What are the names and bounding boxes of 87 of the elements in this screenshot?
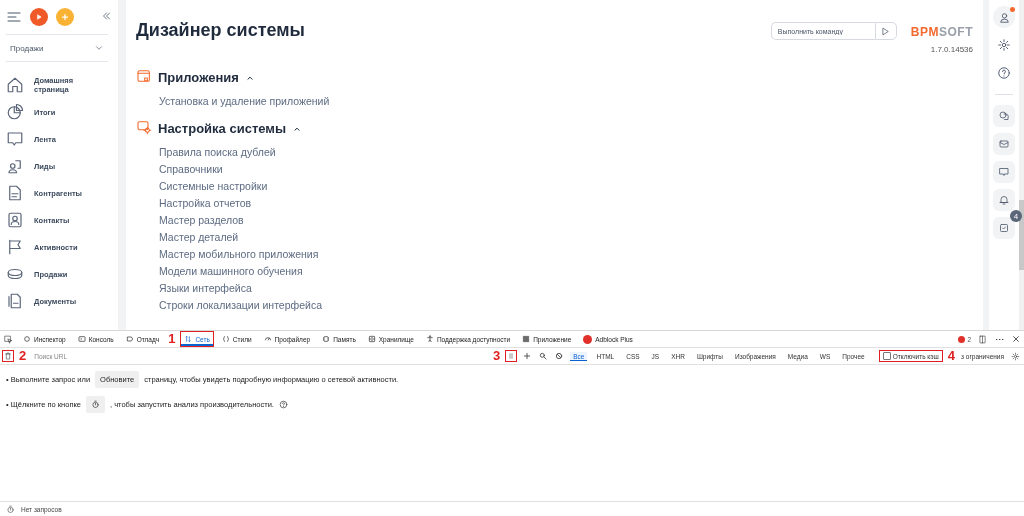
gear-icon	[1011, 351, 1020, 361]
stopwatch-icon	[6, 505, 15, 514]
settings-link[interactable]: Системные настройки	[159, 180, 973, 192]
storage-icon	[367, 335, 376, 343]
logo: BPMSOFT	[910, 25, 973, 39]
settings-link[interactable]: Настройка отчетов	[159, 197, 973, 209]
section-dropdown[interactable]: Продажи	[6, 34, 108, 62]
document-icon	[6, 184, 24, 202]
play-outline-icon	[880, 25, 892, 37]
arrows-icon	[184, 335, 193, 343]
section-header[interactable]: Настройка системы	[136, 119, 303, 138]
profile-button[interactable]	[993, 6, 1015, 28]
scrollbar-thumb[interactable]	[1019, 200, 1024, 270]
settings-link[interactable]: Мастер разделов	[159, 214, 973, 226]
triangle-icon	[34, 12, 44, 22]
contact-card-icon	[6, 211, 24, 229]
person-icon	[425, 335, 434, 343]
close-button[interactable]	[1011, 334, 1021, 344]
play-icon[interactable]	[30, 8, 48, 26]
plus-icon	[523, 352, 532, 360]
settings-link[interactable]: Строки локализации интерфейса	[159, 299, 973, 311]
circle-icon	[23, 335, 31, 343]
version-text: 1.7.0.14536	[930, 45, 973, 54]
people-icon	[6, 157, 24, 175]
flag-icon	[6, 238, 24, 256]
page-title: Дизайнер системы	[136, 20, 306, 41]
settings-link[interactable]: Мастер деталей	[159, 231, 973, 243]
chat-button[interactable]	[993, 105, 1015, 127]
settings-button[interactable]	[1010, 350, 1021, 362]
person-icon	[997, 10, 1011, 24]
house-icon	[6, 76, 24, 94]
envelope-icon	[998, 138, 1010, 150]
gauge-icon	[263, 335, 272, 343]
tasks-badge: 4	[1010, 210, 1022, 222]
chip-icon	[322, 335, 331, 343]
block-button[interactable]	[554, 351, 565, 361]
terminal-icon	[77, 335, 86, 343]
block-icon	[555, 352, 564, 360]
braces-icon	[221, 335, 230, 343]
trash-icon	[4, 352, 12, 360]
plus-icon	[60, 12, 70, 22]
run-button[interactable]	[874, 22, 897, 40]
search-button[interactable]	[538, 351, 549, 361]
documents-icon	[6, 292, 24, 310]
message-button[interactable]	[993, 161, 1015, 183]
grid-icon	[522, 335, 531, 343]
annotation-number: 2	[19, 350, 27, 362]
settings-link[interactable]: Языки интерфейса	[159, 282, 973, 294]
tasks-button[interactable]	[993, 217, 1015, 239]
cursor-box-icon	[4, 334, 13, 344]
pick-element-button[interactable]	[3, 333, 14, 345]
checkbox-icon	[998, 222, 1010, 234]
search-icon	[539, 352, 548, 360]
menu-icon	[6, 9, 22, 25]
dock-button[interactable]	[977, 333, 988, 345]
pause-button[interactable]	[506, 351, 517, 361]
notifications-button[interactable]	[993, 189, 1015, 211]
chevron-down-icon	[94, 43, 104, 53]
annotation-number: 1	[168, 333, 176, 345]
monitor-gear-icon	[136, 119, 152, 135]
settings-link[interactable]: Установка и удаление приложений	[159, 95, 973, 107]
pie-chart-icon	[6, 103, 24, 121]
settings-link[interactable]: Правила поиска дублей	[159, 146, 973, 158]
gear-icon	[997, 38, 1011, 52]
help-icon	[997, 66, 1011, 80]
pause-icon	[507, 352, 516, 360]
annotation-number: 4	[947, 350, 956, 362]
help-icon	[278, 400, 288, 409]
clear-button[interactable]	[3, 351, 13, 361]
tag-icon	[125, 335, 134, 343]
mail-button[interactable]	[993, 133, 1015, 155]
window-icon	[136, 68, 152, 84]
settings-link[interactable]: Мастер мобильного приложения	[159, 248, 973, 260]
speech-bubble-icon	[6, 130, 24, 148]
annotation-number: 3	[493, 350, 501, 362]
chevrons-icon	[100, 10, 112, 22]
performance-button[interactable]	[86, 396, 105, 413]
speech-bubble-icon	[998, 166, 1010, 178]
close-icon	[1012, 335, 1020, 343]
chat-bubbles-icon	[998, 110, 1010, 122]
settings-link[interactable]: Модели машинного обучения	[159, 265, 973, 277]
section-header[interactable]: Приложения	[136, 68, 255, 87]
dock-icon	[978, 334, 987, 344]
settings-link[interactable]: Справочники	[159, 163, 973, 175]
add-button[interactable]	[522, 351, 533, 361]
bell-icon	[998, 194, 1010, 206]
stopwatch-icon	[91, 400, 100, 409]
